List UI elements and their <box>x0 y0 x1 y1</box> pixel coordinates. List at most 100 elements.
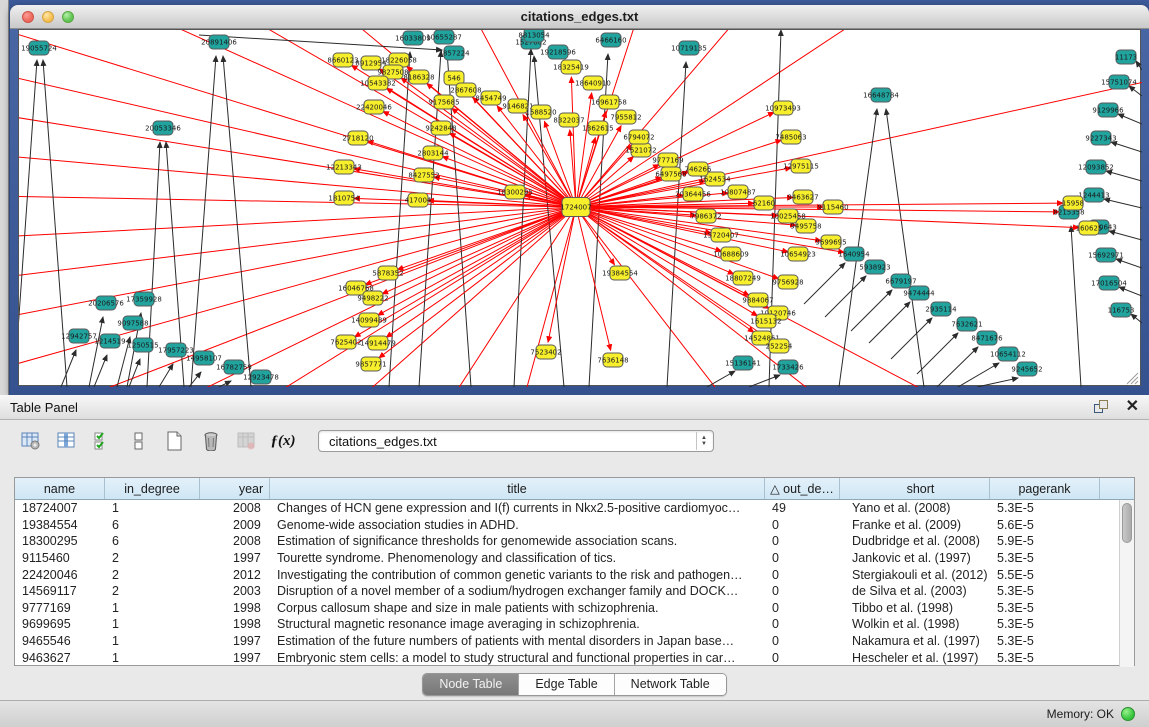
graph-node[interactable]: 20053346 <box>145 121 181 135</box>
table-row[interactable]: 1830029562008Estimation of significance … <box>15 533 1134 550</box>
graph-node[interactable]: 9756928 <box>772 275 803 289</box>
graph-node[interactable]: 9699695 <box>815 235 846 249</box>
table-settings-icon[interactable] <box>20 430 42 452</box>
graph-node[interactable]: 11173 <box>1115 50 1137 64</box>
graph-node[interactable]: 10654923 <box>780 247 816 261</box>
column-header-pagerank[interactable]: pagerank <box>990 478 1100 499</box>
table-row[interactable]: 946554611997Estimation of the future num… <box>15 633 1134 650</box>
graph-node[interactable]: 5878352 <box>372 266 403 280</box>
graph-node[interactable]: 10655287 <box>426 30 462 44</box>
graph-node[interactable]: 19218596 <box>540 45 576 59</box>
graph-node[interactable]: 160625 <box>1076 221 1103 235</box>
graph-node[interactable]: 252254 <box>766 339 793 353</box>
graph-node[interactable]: 10973493 <box>765 101 801 115</box>
graph-node[interactable]: 116753 <box>1108 303 1135 317</box>
graph-node[interactable]: 9463627 <box>787 190 818 204</box>
graph-node[interactable]: 7625402 <box>330 335 361 349</box>
graph-node[interactable]: 7632621 <box>951 317 982 331</box>
window-titlebar[interactable]: citations_edges.txt <box>10 5 1149 29</box>
graph-node[interactable]: 1733426 <box>772 360 804 374</box>
graph-node[interactable]: 7636148 <box>597 353 628 367</box>
graph-node[interactable]: 7485063 <box>775 130 806 144</box>
delete-table-icon-disabled[interactable] <box>236 430 258 452</box>
column-header-title[interactable]: title <box>270 478 765 499</box>
graph-node[interactable]: 8471676 <box>971 331 1003 345</box>
delete-column-trash-icon[interactable] <box>200 430 222 452</box>
table-row[interactable]: 969969511998Structural magnetic resonanc… <box>15 616 1134 633</box>
graph-node[interactable]: 8660123 <box>327 53 358 67</box>
graph-node[interactable]: 62160 <box>753 196 775 210</box>
graph-node[interactable]: 2935114 <box>925 302 957 316</box>
graph-node[interactable]: 8322037 <box>553 113 584 127</box>
graph-node[interactable]: 15958 <box>1062 196 1084 210</box>
table-row[interactable]: 1872400712008Changes of HCN gene express… <box>15 500 1134 517</box>
graph-node[interactable]: 9777169 <box>652 153 683 167</box>
graph-node[interactable]: 6497568 <box>655 167 686 181</box>
zoom-window-button[interactable] <box>62 11 74 23</box>
column-header-name[interactable]: name <box>15 478 105 499</box>
table-selector-dropdown[interactable]: citations_edges.txt ▲▼ <box>318 430 714 452</box>
graph-node[interactable]: 12942757 <box>61 329 97 343</box>
graph-node[interactable]: 10807487 <box>720 185 756 199</box>
column-header-short[interactable]: short <box>840 478 990 499</box>
network-canvas[interactable]: 1905572420891406106552871527802646616010… <box>18 29 1141 386</box>
graph-node[interactable]: 1250515 <box>127 338 158 352</box>
resize-grip[interactable] <box>1127 373 1138 384</box>
graph-node[interactable]: 7955812 <box>610 110 641 124</box>
graph-node[interactable]: 17359928 <box>126 292 162 306</box>
graph-node[interactable]: 1521072 <box>625 143 656 157</box>
graph-node[interactable]: 15751074 <box>1101 75 1137 89</box>
column-header-outde[interactable]: △ out_de… <box>765 478 840 499</box>
vertical-scrollbar[interactable] <box>1119 500 1134 667</box>
graph-node[interactable]: 16961758 <box>591 95 627 109</box>
graph-node[interactable]: 15136141 <box>725 356 761 370</box>
scrollbar-thumb[interactable] <box>1122 503 1132 543</box>
graph-node[interactable]: 417004 <box>405 193 432 207</box>
graph-node[interactable]: 14099489 <box>351 313 387 327</box>
table-row[interactable]: 1938455462009Genome-wide association stu… <box>15 517 1134 534</box>
table-row[interactable]: 977716911998Corpus callosum shape and si… <box>15 600 1134 617</box>
column-header-year[interactable]: year <box>200 478 270 499</box>
graph-node[interactable]: 22420046 <box>356 100 392 114</box>
graph-node[interactable]: 6794072 <box>623 130 654 144</box>
graph-node[interactable]: 10688609 <box>713 247 749 261</box>
float-panel-icon[interactable] <box>1094 400 1110 414</box>
graph-node[interactable]: 9245652 <box>1011 362 1042 376</box>
graph-node[interactable]: 19055724 <box>21 41 57 55</box>
table-row[interactable]: 2242004622012Investigating the contribut… <box>15 566 1134 583</box>
graph-node[interactable]: 20364456 <box>675 187 711 201</box>
graph-node[interactable]: 16648784 <box>863 88 899 102</box>
column-header-indegree[interactable]: in_degree <box>105 478 200 499</box>
table-row[interactable]: 911546021997Tourette syndrome. Phenomeno… <box>15 550 1134 567</box>
graph-node[interactable]: 6466160 <box>595 33 626 47</box>
graph-node[interactable]: 8427552 <box>408 168 439 182</box>
graph-node[interactable]: 9857771 <box>355 357 386 371</box>
graph-node[interactable]: 18640910 <box>575 76 611 90</box>
close-panel-icon[interactable]: ✕ <box>1126 400 1139 414</box>
graph-node[interactable]: 12923478 <box>243 370 279 384</box>
minimize-window-button[interactable] <box>42 11 54 23</box>
graph-node[interactable]: 7986372 <box>690 209 721 223</box>
graph-node[interactable]: 9227343 <box>1085 131 1116 145</box>
table-row[interactable]: 1456911722003Disruption of a novel membe… <box>15 583 1134 600</box>
graph-node[interactable]: 10719135 <box>671 41 707 55</box>
graph-node[interactable]: 9115460 <box>817 200 848 214</box>
select-column-icon[interactable] <box>56 430 78 452</box>
graph-node[interactable]: 746266 <box>685 162 712 176</box>
graph-node[interactable]: 9884067 <box>742 293 773 307</box>
graph-node[interactable]: 1724007 <box>560 198 591 217</box>
table-row[interactable]: 946362711997Embryonic stem cells: a mode… <box>15 649 1134 665</box>
tab-edge-table[interactable]: Edge Table <box>519 674 614 695</box>
function-builder-icon[interactable]: ƒ(x) <box>272 430 294 452</box>
graph-node[interactable]: 7857224 <box>438 46 470 60</box>
tab-network-table[interactable]: Network Table <box>615 674 726 695</box>
row-height-icon[interactable] <box>128 430 150 452</box>
graph-node[interactable]: 1640954 <box>838 247 870 261</box>
graph-node[interactable]: 12975115 <box>783 159 819 173</box>
graph-node[interactable]: 20206576 <box>88 296 124 310</box>
graph-node[interactable]: 19384554 <box>602 266 638 280</box>
graph-node[interactable]: 18325419 <box>553 60 589 74</box>
select-rows-checklist-icon[interactable] <box>92 430 114 452</box>
graph-node[interactable]: 5938923 <box>859 260 890 274</box>
close-window-button[interactable] <box>22 11 34 23</box>
